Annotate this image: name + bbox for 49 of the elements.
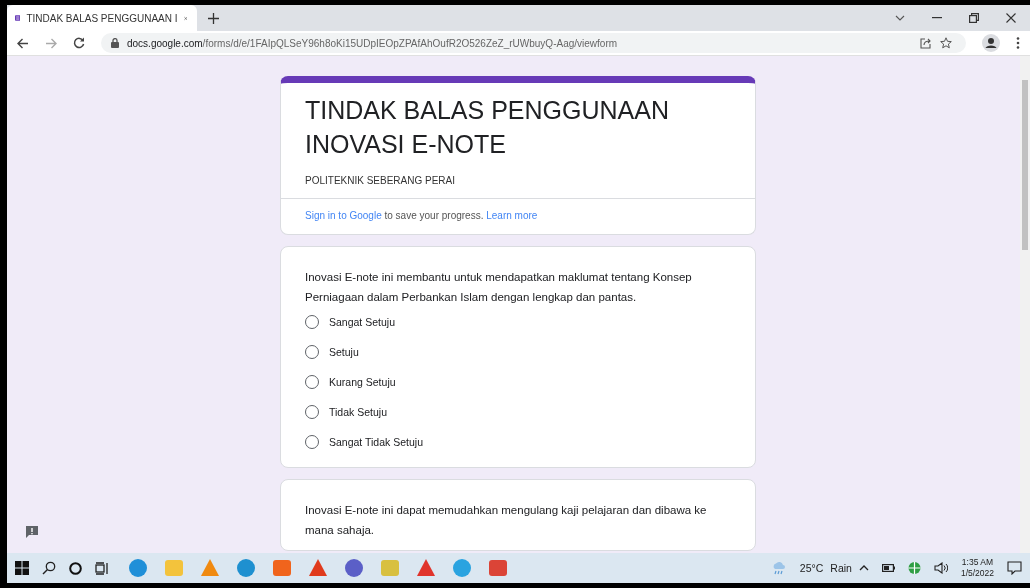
radio-option[interactable]: Sangat Setuju	[305, 307, 731, 337]
temperature-text: 25°C	[799, 562, 824, 574]
search-icon[interactable]	[42, 561, 56, 575]
radio-option[interactable]: Setuju	[305, 337, 731, 367]
option-label: Sangat Setuju	[329, 316, 395, 328]
circle-icon[interactable]	[69, 561, 82, 575]
clock-date: 1/5/2022	[960, 568, 994, 579]
form-description: POLITEKNIK SEBERANG PERAI	[305, 175, 457, 186]
option-label: Tidak Setuju	[329, 406, 387, 418]
share-icon[interactable]	[920, 37, 932, 49]
option-label: Kurang Setuju	[329, 376, 396, 388]
form-title: TINDAK BALAS PENGGUNAAN INOVASI E-NOTE	[305, 95, 670, 160]
option-label: Setuju	[329, 346, 359, 358]
battery-icon[interactable]	[881, 564, 895, 572]
task-view-icon[interactable]	[95, 561, 109, 575]
browser-tab[interactable]: TINDAK BALAS PENGGUNAAN I	[7, 5, 197, 31]
new-tab-icon[interactable]	[208, 12, 219, 24]
radio-option[interactable]: Tidak Setuju	[305, 397, 731, 427]
star-icon[interactable]	[940, 37, 952, 49]
speaker-icon[interactable]	[933, 562, 948, 574]
radio-option[interactable]: Sangat Tidak Setuju	[305, 427, 731, 457]
back-arrow-icon[interactable]	[17, 37, 29, 49]
radio-option[interactable]: Kurang Setuju	[305, 367, 731, 397]
notification-icon[interactable]	[1007, 561, 1022, 575]
feedback-icon[interactable]	[25, 525, 39, 539]
reload-icon[interactable]	[73, 37, 85, 49]
lock-icon	[111, 38, 119, 48]
question-text: Inovasi E-note ini membantu untuk mendapatkan maklumat tentang Konsep Perniagaan dalam Perbankan Islam dengan lengkap dan pantas.	[305, 270, 693, 305]
minimize-icon[interactable]	[932, 17, 942, 19]
more-vertical-icon[interactable]	[1016, 37, 1020, 49]
weather-text: Rain	[830, 562, 852, 574]
chevron-down-icon[interactable]	[895, 15, 905, 21]
restore-icon[interactable]	[969, 13, 979, 23]
sign-in-link[interactable]: Sign in to Google	[305, 210, 382, 221]
question-text: Inovasi E-note ini dapat memudahkan mengulang kaji pelajaran dan dibawa ke mana sahaja.	[305, 503, 708, 538]
shield-icon[interactable]	[907, 561, 921, 575]
learn-more-link[interactable]: Learn more	[486, 210, 538, 221]
close-icon[interactable]	[1006, 13, 1016, 23]
scrollbar-thumb[interactable]	[1022, 80, 1028, 250]
tab-title: TINDAK BALAS PENGGUNAAN I	[26, 12, 178, 24]
sign-in-notice: Sign in to Google to save your progress. Learn more	[305, 210, 538, 221]
profile-avatar-icon[interactable]	[982, 34, 1000, 52]
url-text: docs.google.com/forms/d/e/1FAIpQLSeY96h8oKi15UDpIEOpZPAfAhOufR2O526ZeZ_rUWbuyQ-Aag/viewform	[127, 37, 618, 49]
windows-start-icon[interactable]	[15, 561, 29, 575]
clock-time: 1:35 AM	[961, 557, 994, 568]
option-label: Sangat Tidak Setuju	[329, 436, 423, 448]
chevron-up-icon[interactable]	[858, 565, 869, 571]
address-bar[interactable]: docs.google.com/forms/d/e/1FAIpQLSeY96h8oKi15UDpIEOpZPAfAhOufR2O526ZeZ_rUWbuyQ-Aag/viewform	[101, 33, 966, 53]
scrollbar[interactable]	[1020, 56, 1030, 553]
